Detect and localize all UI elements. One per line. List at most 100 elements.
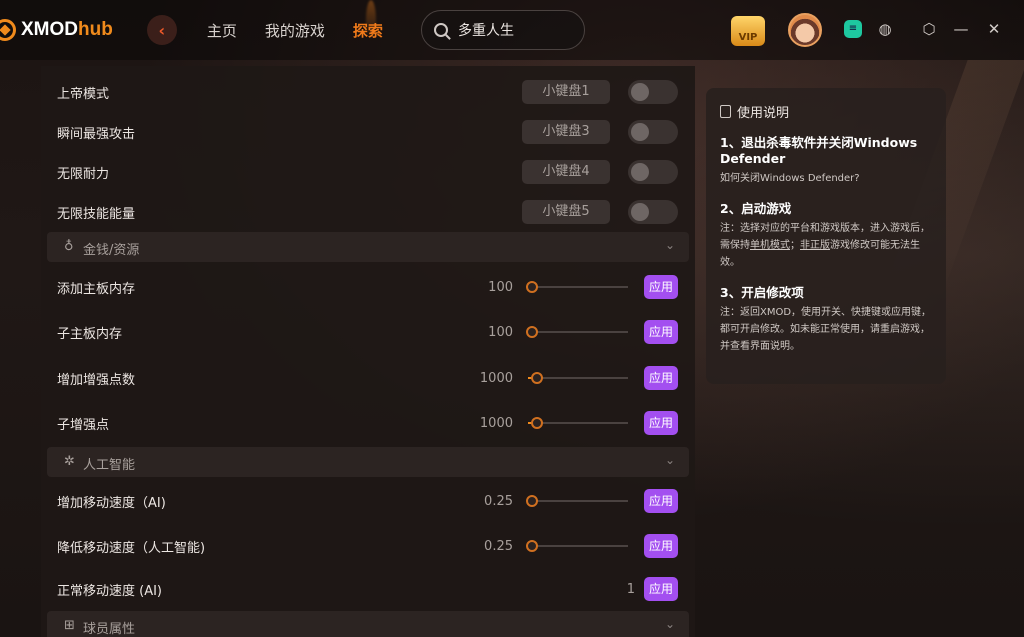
logo-text: XMODhub [21, 19, 113, 40]
apply-button[interactable]: 应用 [644, 577, 678, 601]
mod-value: 100 [488, 279, 513, 295]
slider-knob[interactable] [526, 540, 538, 552]
hotkey-button[interactable]: 小键盘1 [522, 80, 610, 104]
mod-label: 无限耐力 [57, 166, 110, 182]
slider-knob[interactable] [531, 372, 543, 384]
nav-explore[interactable]: 探索 [353, 20, 383, 41]
mod-label: 子主板内存 [57, 326, 123, 342]
step2-title: 2、启动游戏 [720, 201, 792, 216]
mod-label: 子增强点 [57, 417, 110, 433]
close-icon[interactable]: ✕ [985, 20, 1003, 38]
mod-label: 增加增强点数 [57, 372, 136, 388]
mod-row-apply: 正常移动速度 (AI) 1 应用 [41, 576, 695, 602]
mod-row-slider: 降低移动速度（人工智能) 0.25 应用 [41, 533, 695, 559]
mod-value: 0.25 [484, 538, 513, 554]
ai-icon: ✲ [64, 454, 75, 469]
instructions-title: 使用说明 [720, 102, 932, 121]
mod-toggle[interactable] [628, 160, 678, 184]
value-slider[interactable] [526, 326, 628, 338]
mod-row-slider: 添加主板内存 100 应用 [41, 274, 695, 300]
value-slider[interactable] [526, 281, 628, 293]
apply-button[interactable]: 应用 [644, 320, 678, 344]
section-label: 金钱/资源 [83, 243, 140, 258]
mod-row-slider: 增加增强点数 1000 应用 [41, 365, 695, 391]
mod-toggle[interactable] [628, 80, 678, 104]
mod-value: 100 [488, 324, 513, 340]
section-ai[interactable]: ✲ 人工智能 ⌄ [47, 447, 689, 477]
value-slider[interactable] [528, 417, 628, 429]
hotkey-button[interactable]: 小键盘5 [522, 200, 610, 224]
step1-link[interactable]: 如何关闭Windows Defender? [720, 170, 932, 187]
vip-badge[interactable]: VIP [731, 16, 765, 46]
bell-icon[interactable]: ◍ [876, 20, 894, 38]
nav-home[interactable]: 主页 [207, 20, 237, 41]
mod-row-infinite-skill: 无限技能能量 小键盘5 [41, 199, 695, 225]
back-button[interactable]: ‹ [146, 15, 177, 45]
nav-my-games[interactable]: 我的游戏 [265, 20, 325, 41]
vip-label: VIP [738, 32, 758, 43]
mod-row-god-mode: 上帝模式 小键盘1 [41, 79, 695, 105]
chevron-down-icon: ⌄ [664, 238, 675, 252]
mod-row-slider: 子增强点 1000 应用 [41, 410, 695, 436]
mod-value: 1 [626, 581, 635, 597]
step3-text: 注：返回XMOD，使用开关、快捷键或应用键，都可开启修改。如未能正常使用，请重启… [720, 307, 932, 352]
apply-button[interactable]: 应用 [644, 489, 678, 513]
main-nav: 主页 我的游戏 探索 [207, 20, 383, 41]
single-player-link[interactable]: 单机模式 [750, 240, 790, 251]
mod-label: 瞬间最强攻击 [57, 126, 136, 142]
mod-toggle[interactable] [628, 200, 678, 224]
instructions-card: 使用说明 1、退出杀毒软件并关闭Windows Defender 如何关闭Win… [706, 88, 946, 384]
slider-knob[interactable] [526, 495, 538, 507]
mod-label: 添加主板内存 [57, 281, 136, 297]
arrow-left-icon: ‹ [158, 20, 166, 40]
step1-title: 1、退出杀毒软件并关闭Windows Defender [720, 135, 918, 166]
apply-button[interactable]: 应用 [644, 366, 678, 390]
mods-panel: 上帝模式 小键盘1 瞬间最强攻击 小键盘3 无限耐力 小键盘4 无限技能能量 小… [41, 66, 695, 637]
apply-button[interactable]: 应用 [644, 411, 678, 435]
apply-button[interactable]: 应用 [644, 534, 678, 558]
step3-title: 3、开启修改项 [720, 285, 804, 300]
minimize-icon[interactable]: — [952, 20, 970, 38]
mod-label: 增加移动速度（AI) [57, 495, 166, 511]
search-icon [434, 23, 448, 37]
search-input[interactable]: 多重人生 [421, 10, 585, 50]
slider-knob[interactable] [526, 326, 538, 338]
document-icon [720, 105, 731, 118]
mod-row-instant-attack: 瞬间最强攻击 小键盘3 [41, 119, 695, 145]
search-value: 多重人生 [458, 23, 514, 39]
value-slider[interactable] [526, 495, 628, 507]
section-label: 球员属性 [83, 622, 136, 637]
instructions-title-text: 使用说明 [737, 106, 790, 121]
mod-row-slider: 增加移动速度（AI) 0.25 应用 [41, 488, 695, 514]
logo-mark-icon [0, 19, 16, 41]
app-logo[interactable]: XMODhub [0, 19, 113, 41]
grid-icon: ⊞ [64, 618, 75, 633]
hotkey-button[interactable]: 小键盘3 [522, 120, 610, 144]
mod-value: 0.25 [484, 493, 513, 509]
mod-label: 无限技能能量 [57, 206, 136, 222]
mod-row-infinite-stamina: 无限耐力 小键盘4 [41, 159, 695, 185]
gear-icon[interactable]: ⬡ [920, 20, 938, 38]
step2-text: 注：选择对应的平台和游戏版本，进入游戏后，需保持单机模式；非正版游戏修改可能无法… [720, 220, 932, 271]
apply-button[interactable]: 应用 [644, 275, 678, 299]
money-bag-icon: ♁ [64, 239, 74, 254]
hotkey-button[interactable]: 小键盘4 [522, 160, 610, 184]
section-money[interactable]: ♁ 金钱/资源 ⌄ [47, 232, 689, 262]
slider-knob[interactable] [526, 281, 538, 293]
app-switch-icon[interactable]: ≡ [844, 20, 862, 38]
section-player-attributes[interactable]: ⊞ 球员属性 ⌄ [47, 611, 689, 637]
mod-value: 1000 [479, 415, 513, 431]
mod-value: 1000 [479, 370, 513, 386]
section-label: 人工智能 [83, 458, 136, 473]
avatar[interactable] [788, 13, 822, 47]
slider-knob[interactable] [531, 417, 543, 429]
value-slider[interactable] [526, 540, 628, 552]
step2-text-b: ； [790, 240, 800, 251]
chevron-down-icon: ⌄ [664, 617, 675, 631]
mod-toggle[interactable] [628, 120, 678, 144]
mod-label: 上帝模式 [57, 86, 110, 102]
non-genuine-link[interactable]: 非正版 [800, 240, 830, 251]
value-slider[interactable] [528, 372, 628, 384]
mod-label: 降低移动速度（人工智能) [57, 540, 206, 556]
mod-label: 正常移动速度 (AI) [57, 583, 163, 599]
